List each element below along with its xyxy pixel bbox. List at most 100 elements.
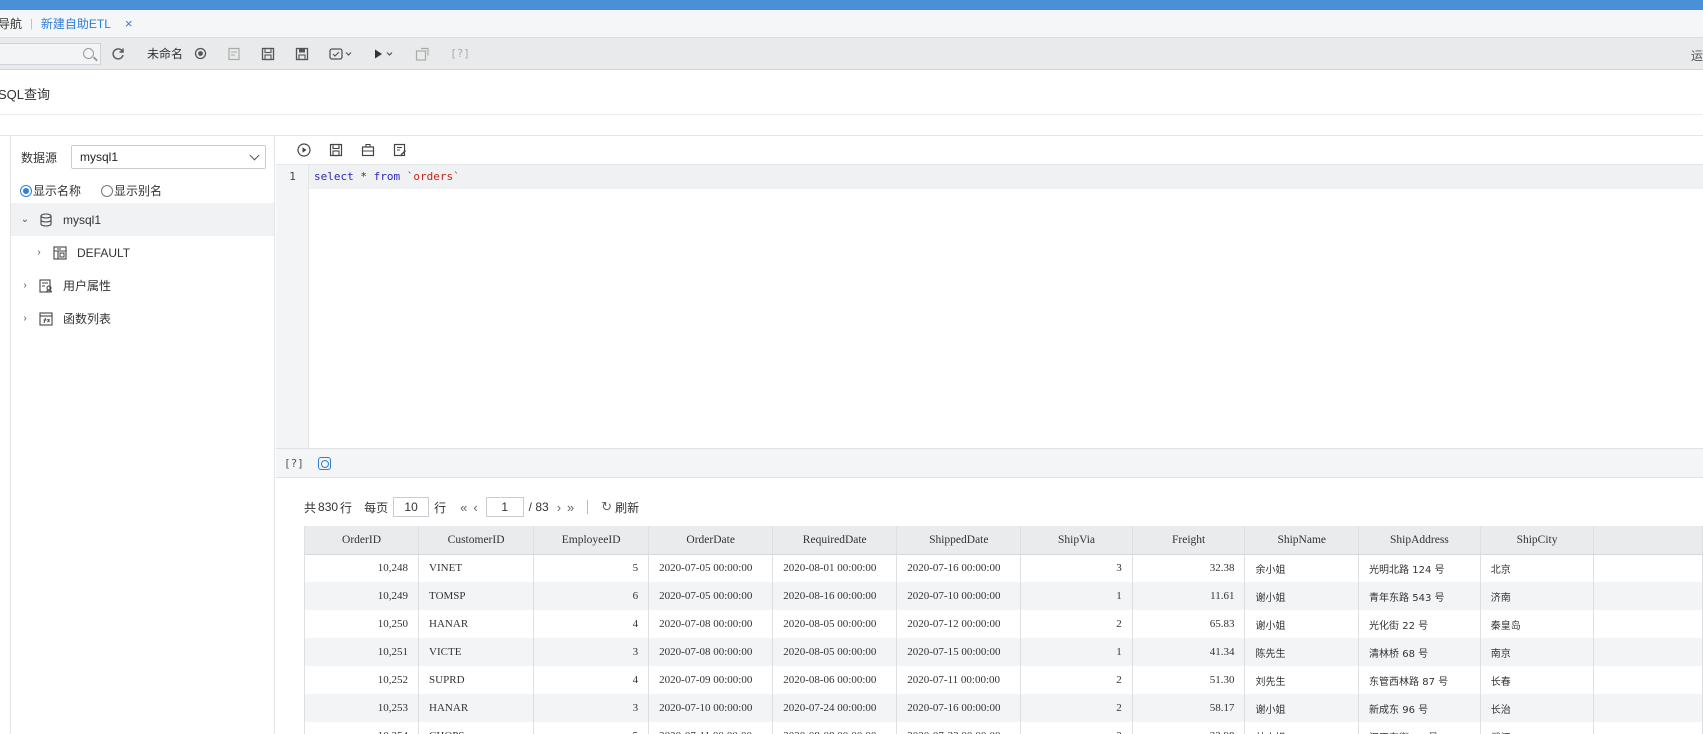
column-header[interactable]: ShipAddress bbox=[1358, 526, 1481, 555]
radio-button-checked[interactable] bbox=[20, 184, 32, 197]
table-row[interactable]: 10,248 VINET 5 2020-07-05 00:00:00 2020-08-0… bbox=[305, 554, 1703, 582]
datasource-select[interactable]: mysql1 bbox=[71, 145, 266, 169]
table-cell[interactable]: HANAR bbox=[418, 610, 535, 638]
table-cell[interactable]: 2020-07-12 00:00:00 bbox=[896, 610, 1022, 638]
table-cell[interactable]: 长春 bbox=[1480, 666, 1595, 694]
refresh-icon[interactable]: ↻ bbox=[601, 499, 612, 515]
table-cell[interactable]: 长治 bbox=[1480, 694, 1595, 722]
table-cell[interactable]: 2020-08-08 00:00:00 bbox=[772, 722, 898, 734]
column-header[interactable]: ShipCity bbox=[1480, 526, 1595, 555]
run-query-icon[interactable] bbox=[295, 141, 313, 159]
table-cell[interactable]: 2 bbox=[1020, 666, 1133, 694]
table-cell[interactable]: 2020-07-16 00:00:00 bbox=[896, 694, 1022, 722]
nav-tab[interactable]: 导航 bbox=[0, 15, 22, 32]
save-as-icon[interactable] bbox=[293, 45, 311, 63]
table-cell[interactable]: 10,254 bbox=[305, 722, 420, 734]
preview-dropdown-icon[interactable] bbox=[327, 45, 355, 63]
table-cell[interactable]: 22.98 bbox=[1132, 722, 1246, 734]
table-cell[interactable]: 11.61 bbox=[1132, 582, 1246, 610]
column-header[interactable]: Freight bbox=[1132, 526, 1246, 555]
table-cell[interactable]: 2020-07-08 00:00:00 bbox=[648, 638, 774, 666]
table-cell[interactable]: 2 bbox=[1020, 694, 1133, 722]
table-cell[interactable]: CHOPS bbox=[418, 722, 535, 734]
sql-editor[interactable]: 1 select * from `orders` bbox=[276, 164, 1703, 449]
settings-icon[interactable] bbox=[191, 45, 209, 63]
table-cell[interactable]: 51.30 bbox=[1132, 666, 1246, 694]
table-cell[interactable]: 3 bbox=[533, 694, 650, 722]
table-cell[interactable]: 谢小姐 bbox=[1244, 694, 1360, 722]
table-cell[interactable]: 10,250 bbox=[305, 610, 420, 638]
table-row[interactable]: 10,251 VICTE 3 2020-07-08 00:00:00 2020-08-0… bbox=[305, 638, 1703, 666]
table-cell[interactable]: 2020-07-08 00:00:00 bbox=[648, 610, 774, 638]
tree-item-default[interactable]: › DEFAULT bbox=[11, 236, 274, 269]
table-cell[interactable]: 南京 bbox=[1480, 638, 1595, 666]
help-icon[interactable]: [?] bbox=[447, 45, 473, 63]
table-cell[interactable]: 2020-07-10 00:00:00 bbox=[648, 694, 774, 722]
table-cell[interactable]: 2020-08-16 00:00:00 bbox=[772, 582, 898, 610]
table-row[interactable]: 10,252 SUPRD 4 2020-07-09 00:00:00 2020-08-0… bbox=[305, 666, 1703, 694]
table-cell[interactable]: 余小姐 bbox=[1244, 554, 1360, 582]
table-row[interactable]: 10,254CHOPS52020-07-11 00:00:002020-08-0… bbox=[305, 722, 1703, 734]
radio-show-alias[interactable]: 显示别名 bbox=[101, 182, 162, 199]
tab-new-etl[interactable]: 新建自助ETL bbox=[41, 15, 111, 32]
table-row[interactable]: 10,250 HANAR 4 2020-07-08 00:00:00 2020-08-0… bbox=[305, 610, 1703, 638]
export-icon[interactable] bbox=[413, 45, 431, 63]
tree-item-functions[interactable]: › 函数列表 bbox=[11, 302, 274, 335]
table-cell[interactable]: 2020-07-05 00:00:00 bbox=[648, 582, 774, 610]
table-cell[interactable]: 6 bbox=[533, 582, 650, 610]
save-icon[interactable] bbox=[259, 45, 277, 63]
table-cell[interactable]: 58.17 bbox=[1132, 694, 1246, 722]
table-cell[interactable]: 10,252 bbox=[305, 666, 420, 694]
table-cell[interactable]: 3 bbox=[1020, 554, 1133, 582]
table-cell[interactable]: 汉正东街 12 号 bbox=[1358, 722, 1481, 734]
column-header[interactable]: CustomerID bbox=[418, 526, 535, 555]
table-cell[interactable]: 32.38 bbox=[1132, 554, 1246, 582]
search-input[interactable] bbox=[0, 42, 101, 65]
tree-item-mysql1[interactable]: ⌄ mysql1 bbox=[11, 203, 274, 236]
table-cell[interactable]: 5 bbox=[533, 722, 650, 734]
table-cell[interactable]: 武汉 bbox=[1480, 722, 1595, 734]
run-dropdown-icon[interactable] bbox=[371, 45, 397, 63]
column-header[interactable]: RequiredDate bbox=[772, 526, 898, 555]
table-cell[interactable]: 刘先生 bbox=[1244, 666, 1360, 694]
table-cell[interactable]: 2 bbox=[1020, 610, 1133, 638]
table-cell[interactable]: 10,248 bbox=[305, 554, 420, 582]
toolbar-right-label[interactable]: 运 bbox=[1691, 47, 1703, 64]
table-cell[interactable]: VINET bbox=[418, 554, 535, 582]
table-cell[interactable]: 65.83 bbox=[1132, 610, 1246, 638]
table-cell[interactable]: 4 bbox=[533, 666, 650, 694]
table-cell[interactable]: 2020-07-15 00:00:00 bbox=[896, 638, 1022, 666]
table-cell[interactable]: 10,253 bbox=[305, 694, 420, 722]
chevron-right-icon[interactable]: › bbox=[33, 247, 45, 258]
prev-page-icon[interactable]: ‹ bbox=[473, 500, 477, 515]
column-header[interactable]: EmployeeID bbox=[533, 526, 650, 555]
chevron-right-icon[interactable]: › bbox=[19, 280, 31, 291]
table-cell[interactable]: 北京 bbox=[1480, 554, 1595, 582]
table-cell[interactable]: 2020-07-10 00:00:00 bbox=[896, 582, 1022, 610]
table-cell[interactable]: 4 bbox=[533, 610, 650, 638]
column-header[interactable]: ShipName bbox=[1244, 526, 1360, 555]
table-cell[interactable]: 1 bbox=[1020, 582, 1133, 610]
table-row[interactable]: 10,253 HANAR 3 2020-07-10 00:00:00 2020-07-2… bbox=[305, 694, 1703, 722]
table-cell[interactable]: 2020-07-16 00:00:00 bbox=[896, 554, 1022, 582]
preview-result-icon[interactable] bbox=[317, 456, 331, 470]
column-header[interactable]: ShipVia bbox=[1020, 526, 1133, 555]
table-cell[interactable]: SUPRD bbox=[418, 666, 535, 694]
table-cell[interactable]: 1 bbox=[1020, 638, 1133, 666]
column-header[interactable]: ShippedDate bbox=[896, 526, 1022, 555]
chevron-down-icon[interactable]: ⌄ bbox=[19, 214, 31, 225]
table-cell[interactable]: 3 bbox=[533, 638, 650, 666]
refresh-button[interactable]: 刷新 bbox=[615, 499, 639, 516]
table-cell[interactable]: TOMSP bbox=[418, 582, 535, 610]
chevron-right-icon[interactable]: › bbox=[19, 313, 31, 324]
close-icon[interactable]: × bbox=[125, 16, 133, 31]
page-input[interactable]: 1 bbox=[485, 497, 524, 517]
table-cell[interactable]: 2 bbox=[1020, 722, 1133, 734]
save-query-icon[interactable] bbox=[327, 141, 345, 159]
table-cell[interactable]: 2020-07-09 00:00:00 bbox=[648, 666, 774, 694]
table-cell[interactable]: 5 bbox=[533, 554, 650, 582]
last-page-icon[interactable]: » bbox=[567, 500, 574, 515]
tree-item-user-attributes[interactable]: › 用户属性 bbox=[11, 269, 274, 302]
table-cell[interactable]: 谢小姐 bbox=[1244, 610, 1360, 638]
table-cell[interactable]: 2020-07-24 00:00:00 bbox=[772, 694, 898, 722]
